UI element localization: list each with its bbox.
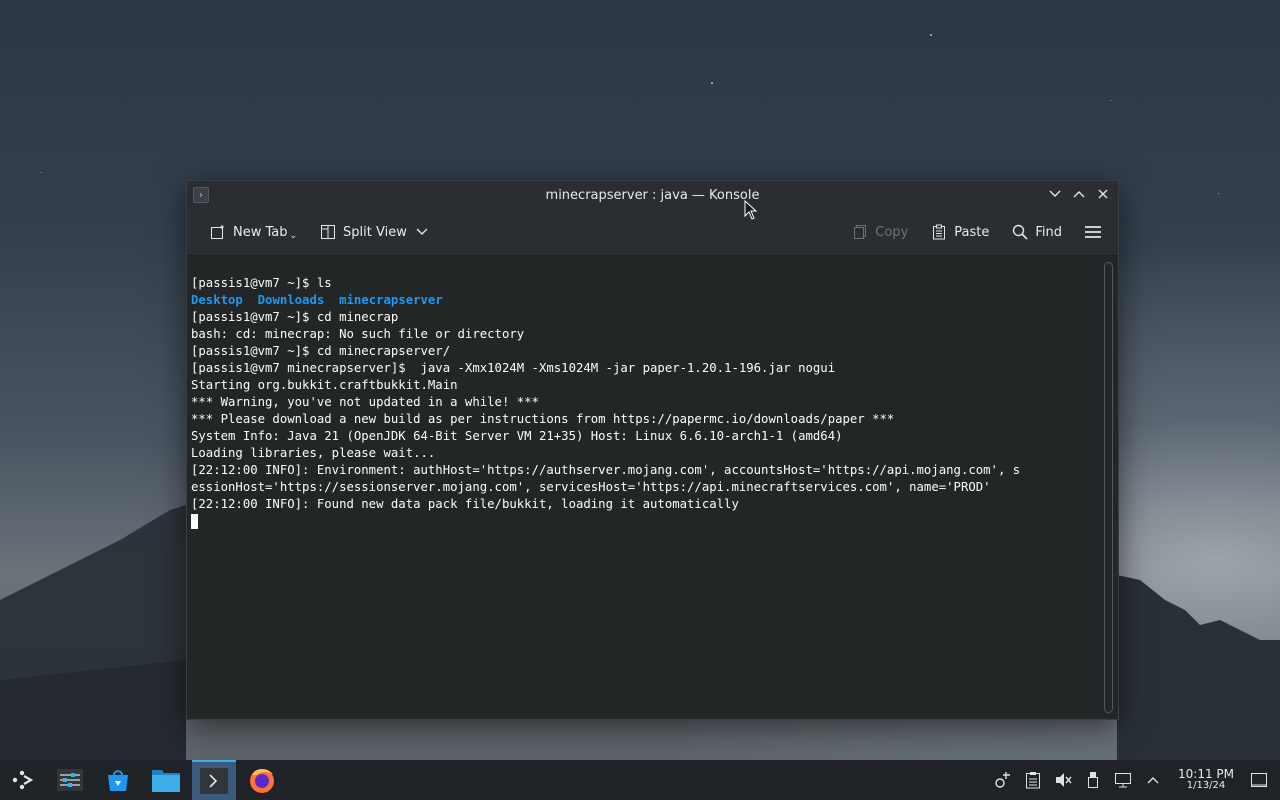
system-settings-button[interactable]: [48, 760, 92, 800]
minimize-button[interactable]: [1046, 185, 1064, 203]
tray-expand-chevron-icon[interactable]: [1142, 769, 1164, 791]
ls-output-line: Desktop Downloads minecrapserver: [191, 292, 1094, 309]
chevron-up-icon: [1073, 191, 1085, 198]
app-launcher-button[interactable]: [0, 760, 44, 800]
new-tab-icon: [209, 223, 227, 241]
app-launcher-icon: [12, 770, 34, 790]
terminal-line: [passis1@vm7 ~]$ cd minecrapserver/: [191, 344, 451, 358]
dir-entry: Desktop: [191, 293, 243, 307]
mouse-pointer-icon: [744, 200, 758, 220]
terminal-line: Loading libraries, please wait...: [191, 446, 436, 460]
terminal-line: [passis1@vm7 ~]$ ls: [191, 276, 332, 290]
close-icon: [1098, 189, 1108, 199]
new-tab-button[interactable]: New Tab ⌄: [203, 219, 303, 245]
terminal-line: Starting org.bukkit.craftbukkit.Main: [191, 378, 458, 392]
terminal-scrollbar[interactable]: [1098, 256, 1118, 719]
terminal-line: *** Please download a new build as per i…: [191, 412, 895, 426]
firefox-button[interactable]: [240, 760, 284, 800]
system-tray: 10:11 PM 1/13/24: [988, 760, 1280, 800]
konsole-task-button[interactable]: [192, 760, 236, 800]
paste-label: Paste: [954, 224, 990, 240]
search-icon: [1011, 223, 1029, 241]
firefox-icon: [250, 769, 274, 793]
konsole-icon: [200, 768, 228, 794]
paste-button[interactable]: Paste: [924, 219, 995, 245]
paste-icon: [930, 223, 948, 241]
discover-button[interactable]: [96, 760, 140, 800]
split-view-button[interactable]: Split View: [313, 219, 437, 245]
dir-entry: Downloads: [257, 293, 325, 307]
clock-time: 10:11 PM: [1178, 767, 1234, 781]
clock-date: 1/13/24: [1186, 780, 1226, 791]
terminal-line: [22:12:00 INFO]: Found new data pack fil…: [191, 497, 739, 511]
dolphin-file-manager-button[interactable]: [144, 760, 188, 800]
terminal-line: System Info: Java 21 (OpenJDK 64-Bit Ser…: [191, 429, 843, 443]
find-label: Find: [1035, 224, 1062, 240]
maximize-button[interactable]: [1070, 185, 1088, 203]
split-view-label: Split View: [343, 224, 407, 240]
copy-button[interactable]: Copy: [845, 219, 914, 245]
chevron-down-icon[interactable]: [413, 223, 431, 241]
network-wired-icon[interactable]: [1112, 769, 1134, 791]
konsole-app-icon[interactable]: ›: [193, 187, 209, 203]
window-title: minecrapserver : java — Konsole: [545, 187, 760, 203]
clipboard-icon[interactable]: [1022, 769, 1044, 791]
terminal-line: [22:12:00 INFO]: Environment: authHost='…: [191, 463, 1021, 477]
new-tab-label: New Tab: [233, 224, 288, 240]
terminal-line: bash: cd: minecrap: No such file or dire…: [191, 327, 525, 341]
scrollbar-thumb[interactable]: [1104, 262, 1113, 713]
konsole-window[interactable]: › minecrapserver : java — Konsole New Ta…: [186, 180, 1119, 720]
copy-label: Copy: [875, 224, 909, 240]
system-settings-icon: [57, 769, 83, 791]
hamburger-menu-icon: [1084, 223, 1102, 241]
terminal-output[interactable]: [passis1@vm7 ~]$ ls Desktop Downloads min…: [187, 256, 1098, 719]
dolphin-icon: [152, 770, 180, 792]
taskbar: 10:11 PM 1/13/24: [0, 760, 1280, 800]
hamburger-menu-button[interactable]: [1078, 219, 1108, 245]
split-view-icon: [319, 223, 337, 241]
terminal-line: [passis1@vm7 ~]$ cd minecrap: [191, 310, 399, 324]
title-bar[interactable]: › minecrapserver : java — Konsole: [187, 181, 1118, 209]
dir-entry: minecrapserver: [339, 293, 443, 307]
show-desktop-icon[interactable]: [1248, 769, 1270, 791]
find-button[interactable]: Find: [1005, 219, 1068, 245]
digital-clock[interactable]: 10:11 PM 1/13/24: [1178, 767, 1234, 791]
volume-muted-icon[interactable]: [1052, 769, 1074, 791]
close-button[interactable]: [1094, 185, 1112, 203]
usb-device-icon[interactable]: [1082, 769, 1104, 791]
copy-icon: [851, 223, 869, 241]
discover-icon: [108, 770, 128, 791]
chevron-down-icon: [1049, 190, 1061, 197]
text-cursor: [191, 514, 198, 529]
network-tools-icon[interactable]: [992, 769, 1014, 791]
terminal-line: [passis1@vm7 minecrapserver]$ java -Xmx1…: [191, 361, 836, 375]
terminal-line: *** Warning, you've not updated in a whi…: [191, 395, 539, 409]
konsole-toolbar: New Tab ⌄ Split View Copy Paste Find: [187, 209, 1118, 256]
new-tab-dropdown-icon: ⌄: [289, 231, 298, 241]
terminal-line: essionHost='https://sessionserver.mojang…: [191, 480, 991, 494]
